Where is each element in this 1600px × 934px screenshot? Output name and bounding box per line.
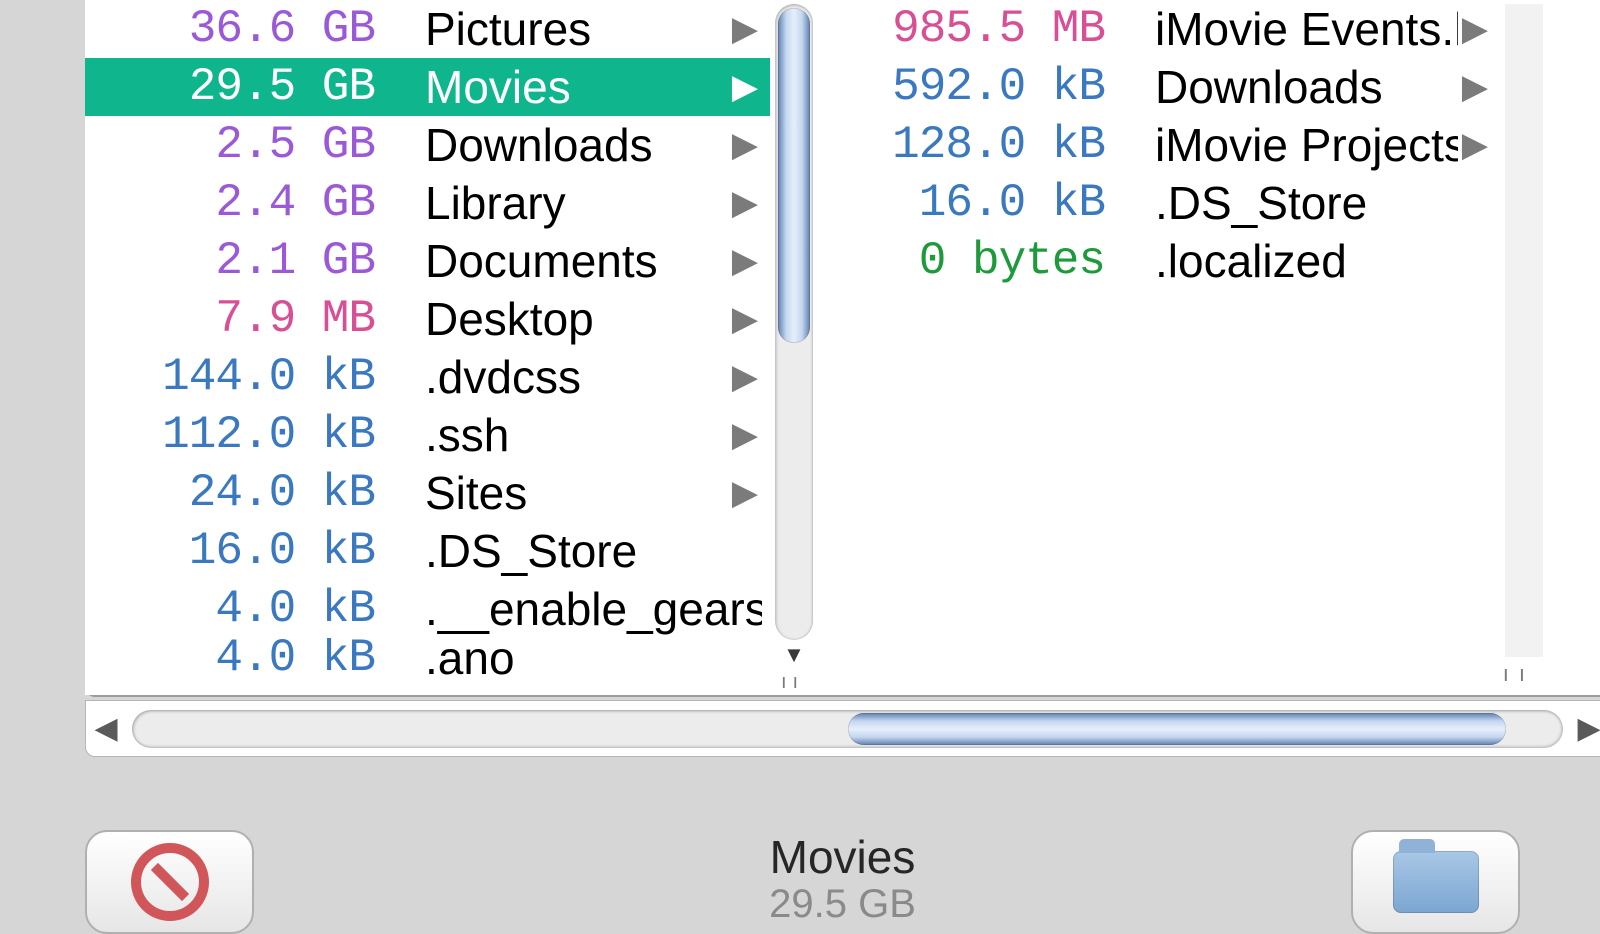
- column-view: 36.6 GBPictures▶29.5 GBMovies▶2.5 GBDown…: [85, 0, 1600, 697]
- horizontal-track[interactable]: [132, 710, 1563, 748]
- item-name: Movies: [375, 60, 728, 114]
- item-name: Library: [375, 176, 728, 230]
- item-name: Pictures: [375, 2, 728, 56]
- list-item[interactable]: 2.4 GBLibrary▶: [85, 174, 770, 232]
- item-name: .ssh: [375, 408, 728, 462]
- list-item[interactable]: 592.0 kBDownloads▶: [815, 58, 1500, 116]
- footer-bar: Movies 29.5 GB: [85, 830, 1600, 900]
- disclosure-arrow-icon: ▶: [1458, 9, 1492, 49]
- item-name: iMovie Events.loc: [1105, 2, 1458, 56]
- item-size: 4.0 kB: [85, 583, 375, 635]
- disclosure-arrow-icon: ▶: [728, 299, 762, 339]
- list-item[interactable]: 2.5 GBDownloads▶: [85, 116, 770, 174]
- disclosure-arrow-icon: ▶: [1458, 67, 1492, 107]
- disk-usage-window: 36.6 GBPictures▶29.5 GBMovies▶2.5 GBDown…: [85, 0, 1600, 760]
- item-size: 592.0 kB: [815, 61, 1105, 113]
- parent-column: 36.6 GBPictures▶29.5 GBMovies▶2.5 GBDown…: [85, 0, 815, 695]
- item-name: iMovie Projects.lo: [1105, 118, 1458, 172]
- item-name: Downloads: [375, 118, 728, 172]
- item-name: .DS_Store: [375, 524, 762, 578]
- scroll-grip-icon: ıı: [1503, 661, 1535, 687]
- item-size: 7.9 MB: [85, 293, 375, 345]
- item-size: 0 bytes: [815, 235, 1105, 287]
- disclosure-arrow-icon: ▶: [728, 357, 762, 397]
- scroll-grip-icon: ıı: [781, 671, 807, 693]
- child-column: 985.5 MBiMovie Events.loc▶592.0 kBDownlo…: [815, 0, 1545, 695]
- list-item[interactable]: 2.1 GBDocuments▶: [85, 232, 770, 290]
- item-size: 36.6 GB: [85, 3, 375, 55]
- item-name: Sites: [375, 466, 728, 520]
- list-item[interactable]: 985.5 MBiMovie Events.loc▶: [815, 0, 1500, 58]
- scroll-down-arrow[interactable]: ▼: [777, 643, 811, 667]
- item-name: Downloads: [1105, 60, 1458, 114]
- item-size: 128.0 kB: [815, 119, 1105, 171]
- reveal-in-finder-button[interactable]: [1351, 830, 1520, 934]
- item-size: 2.4 GB: [85, 177, 375, 229]
- list-item[interactable]: 112.0 kB.ssh▶: [85, 406, 770, 464]
- item-name: .ano: [375, 638, 762, 678]
- item-size: 16.0 kB: [85, 525, 375, 577]
- disclosure-arrow-icon: ▶: [728, 415, 762, 455]
- vertical-scrollbar[interactable]: [775, 4, 813, 640]
- scroll-right-arrow[interactable]: ▶: [1569, 711, 1600, 746]
- child-list[interactable]: 985.5 MBiMovie Events.loc▶592.0 kBDownlo…: [815, 0, 1500, 695]
- disclosure-arrow-icon: ▶: [728, 473, 762, 513]
- list-item[interactable]: 24.0 kBSites▶: [85, 464, 770, 522]
- item-size: 2.1 GB: [85, 235, 375, 287]
- disclosure-arrow-icon: ▶: [728, 125, 762, 165]
- disclosure-arrow-icon: ▶: [728, 9, 762, 49]
- item-size: 24.0 kB: [85, 467, 375, 519]
- item-size: 112.0 kB: [85, 409, 375, 461]
- disclosure-arrow-icon: ▶: [728, 241, 762, 281]
- list-item[interactable]: 16.0 kB.DS_Store: [85, 522, 770, 580]
- list-item[interactable]: 128.0 kBiMovie Projects.lo▶: [815, 116, 1500, 174]
- list-item[interactable]: 16.0 kB.DS_Store: [815, 174, 1500, 232]
- item-name: Desktop: [375, 292, 728, 346]
- item-name: .__enable_gears_st…: [375, 582, 762, 636]
- disclosure-arrow-icon: ▶: [1458, 125, 1492, 165]
- item-size: 29.5 GB: [85, 61, 375, 113]
- list-item[interactable]: 4.0 kB.__enable_gears_st…: [85, 580, 770, 638]
- list-item[interactable]: 36.6 GBPictures▶: [85, 0, 770, 58]
- item-name: .dvdcss: [375, 350, 728, 404]
- item-size: 16.0 kB: [815, 177, 1105, 229]
- item-size: 4.0 kB: [85, 638, 375, 678]
- item-size: 985.5 MB: [815, 3, 1105, 55]
- item-name: .localized: [1105, 234, 1492, 288]
- item-name: .DS_Store: [1105, 176, 1492, 230]
- scroll-left-arrow[interactable]: ◀: [86, 711, 126, 746]
- parent-list[interactable]: 36.6 GBPictures▶29.5 GBMovies▶2.5 GBDown…: [85, 0, 770, 695]
- item-name: Documents: [375, 234, 728, 288]
- vertical-scrollbar[interactable]: [1505, 4, 1543, 657]
- list-item[interactable]: 4.0 kB.ano: [85, 638, 770, 678]
- scroll-thumb[interactable]: [778, 8, 810, 343]
- scroll-thumb[interactable]: [848, 713, 1506, 745]
- item-size: 144.0 kB: [85, 351, 375, 403]
- horizontal-scrollbar[interactable]: ◀ ▶: [85, 700, 1600, 757]
- disclosure-arrow-icon: ▶: [728, 183, 762, 223]
- folder-icon: [1393, 851, 1479, 913]
- list-item[interactable]: 7.9 MBDesktop▶: [85, 290, 770, 348]
- list-item[interactable]: 144.0 kB.dvdcss▶: [85, 348, 770, 406]
- item-size: 2.5 GB: [85, 119, 375, 171]
- disclosure-arrow-icon: ▶: [728, 67, 762, 107]
- list-item[interactable]: 0 bytes.localized: [815, 232, 1500, 290]
- list-item[interactable]: 29.5 GBMovies▶: [85, 58, 770, 116]
